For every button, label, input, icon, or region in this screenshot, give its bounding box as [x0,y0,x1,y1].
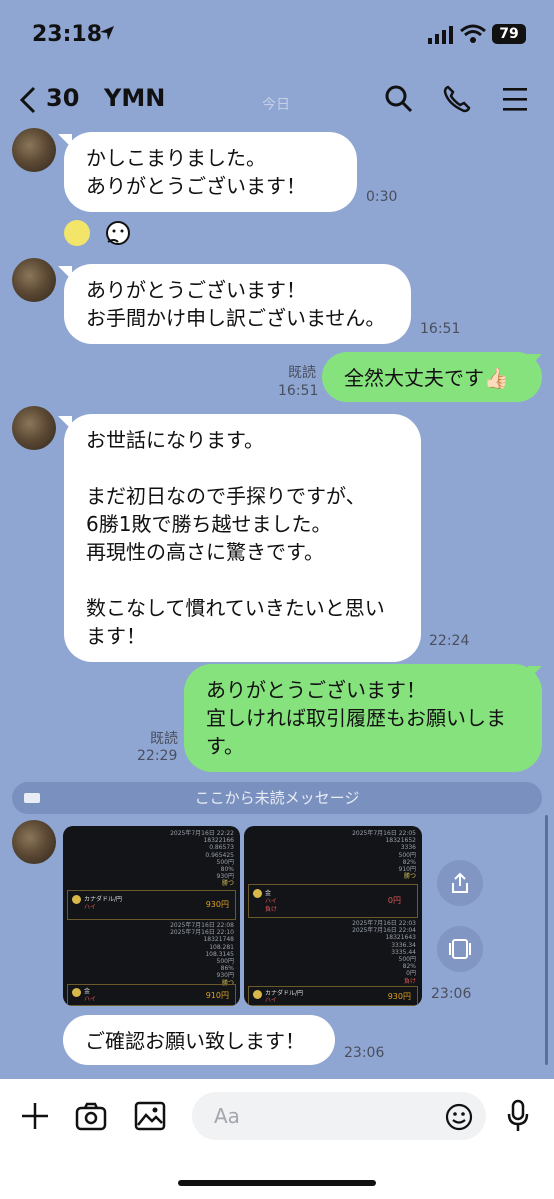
coin-icon [253,990,262,999]
unread-count[interactable]: 30 [46,84,79,112]
search-icon[interactable] [384,84,414,118]
trade-refund: 930円 [216,972,234,980]
trade-refund: 0円 [406,970,416,978]
avatar[interactable] [12,258,56,302]
tag-icon [24,793,40,803]
status-time: 23:18 [32,22,103,47]
emoji-icon[interactable] [444,1102,474,1136]
location-arrow-icon [98,24,116,46]
avatar[interactable] [12,820,56,864]
trade-id: 18321748 [203,936,234,944]
trade-value: 108.3145 [205,950,234,958]
message-time: 23:06 [431,986,472,1002]
message-bubble[interactable]: かしこまりました。 ありがとうございます！ [64,132,357,212]
trade-direction: ハイ [84,996,96,1003]
coin-icon [253,889,262,898]
trade-direction: ハイ [84,904,96,911]
trade-id: 18321643 [385,934,416,942]
back-icon[interactable] [18,86,38,118]
trade-status: 負け [403,977,416,985]
trade-payout: 82% [402,858,416,866]
chat-title: YMN [104,84,166,112]
message-input[interactable]: Aa [192,1092,486,1140]
trade-id: 18322166 [203,837,234,845]
trade-direction: ハイ [265,997,277,1004]
plus-icon[interactable] [20,1101,50,1135]
avatar[interactable] [12,128,56,172]
message-time: 16:51 [278,383,319,399]
unread-divider: ここから未読メッセージ [12,782,542,814]
image-icon[interactable] [134,1101,166,1135]
trade-value: 0.965425 [205,851,234,859]
trade-value: 108.281 [209,943,234,951]
home-indicator [178,1180,376,1186]
message-time: 22:29 [137,748,178,764]
message-time: 22:24 [429,633,470,649]
trade-stake: 500円 [398,851,416,859]
share-button[interactable] [437,860,483,906]
coin-icon [72,895,81,904]
trade-amount: 910円 [205,991,229,1000]
microphone-icon[interactable] [506,1099,530,1137]
chat-header: 30 YMN 今日 [0,72,554,128]
trade-value: 3336.34 [391,941,416,949]
trade-value: 3335.44 [391,948,416,956]
share-icon [452,872,468,893]
camera-icon[interactable] [75,1101,107,1135]
message-time: 16:51 [420,321,461,337]
unread-divider-label: ここから未読メッセージ [194,789,360,807]
trade-value: 3336 [400,844,416,852]
trade-amount: 930円 [387,992,411,1001]
trade-refund: 930円 [216,873,234,881]
thinking-face-reaction-icon[interactable] [104,220,134,252]
album-icon [449,939,471,959]
trade-id: 18321652 [385,837,416,845]
trade-refund: 910円 [398,866,416,874]
trade-status: 勝つ [221,880,234,888]
wifi-icon [460,24,486,48]
smile-reaction-icon[interactable] [64,220,90,246]
trade-value: 0.86573 [209,844,234,852]
trade-payout: 86% [220,965,234,973]
read-receipt: 既読 [150,731,178,747]
trade-amount: 0円 [387,896,401,905]
message-bubble[interactable]: ご確認お願い致します！ [63,1015,335,1065]
own-message-bubble[interactable]: ありがとうございます！ 宜しければ取引履歴もお願いします。 [184,664,542,772]
trade-screenshot-left[interactable]: 2025年7月16日 22:22 18322166 0.86573 0.9654… [63,826,240,1006]
signal-icon [428,26,454,48]
coin-icon [72,988,81,997]
trade-stake: 500円 [398,956,416,964]
trade-status: 勝つ [403,873,416,881]
message-time: 0:30 [366,189,398,205]
scrollbar[interactable] [545,815,548,1065]
battery-indicator: 79 [492,24,526,44]
own-message-bubble[interactable]: 全然大丈夫です👍🏻 [322,352,542,402]
trade-date: 2025年7月16日 22:04 [352,927,416,935]
trade-payout: 82% [402,963,416,971]
read-receipt: 既読 [288,365,316,381]
trade-stake: 500円 [216,858,234,866]
message-bubble[interactable]: ありがとうございます！ お手間かけ申し訳ございません。 [64,264,411,344]
composer-toolbar: Aa [0,1079,554,1199]
message-bubble[interactable]: お世話になります。 まだ初日なので手探りですが、 6勝1敗で勝ち越せました。 再… [64,414,421,662]
trade-stake: 500円 [216,958,234,966]
menu-icon[interactable] [502,86,528,116]
trade-screenshot-right[interactable]: 2025年7月16日 22:05 18321652 3336 500円 82% … [244,826,422,1006]
trade-status: 負け [265,906,278,913]
trade-date: 2025年7月16日 22:10 [170,929,234,937]
trade-payout: 80% [220,866,234,874]
phone-icon[interactable] [442,84,472,118]
trade-date: 2025年7月16日 22:22 [170,830,234,837]
album-button[interactable] [437,926,483,972]
date-chip: 今日 [262,97,290,113]
trade-date: 2025年7月16日 22:05 [352,830,416,837]
message-time: 23:06 [344,1045,385,1061]
trade-amount: 930円 [205,900,229,909]
message-input-placeholder: Aa [214,1104,240,1128]
avatar[interactable] [12,406,56,450]
status-bar: 23:18 79 [0,0,554,70]
